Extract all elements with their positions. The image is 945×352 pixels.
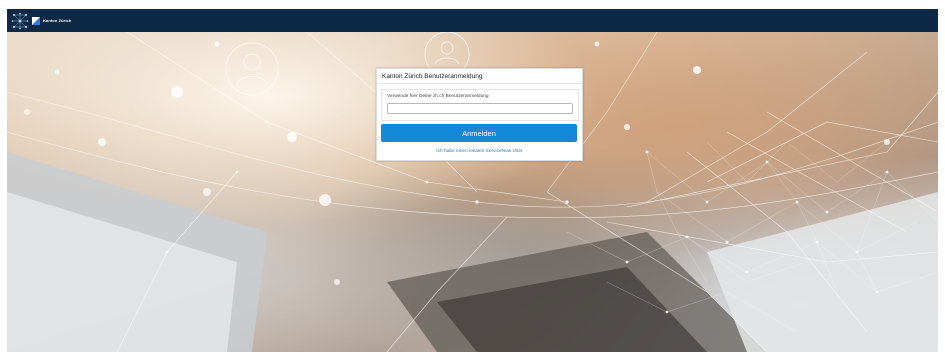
login-card-title: Kanton Zürich Benutzeranmeldung [382,73,483,80]
login-button[interactable]: Anmelden [381,124,577,142]
zurich-network-logo-icon [11,12,29,29]
login-card: Kanton Zürich Benutzeranmeldung Verwende… [376,68,583,161]
brand-logo[interactable]: Kanton Zürich [11,9,71,32]
sso-login-section: Verwende hier Deine zh.ch Benutzeranmeld… [381,89,579,121]
username-field-label: Verwende hier Deine zh.ch Benutzeranmeld… [387,94,489,99]
brand-name: Kanton Zürich [43,18,72,23]
top-navigation-bar: Kanton Zürich [7,9,938,32]
username-input[interactable] [387,103,573,114]
app-frame: Kanton Zürich Kanton Zürich Benutzeranme… [7,9,938,352]
local-servicenow-user-link[interactable]: Ich habe einen lokalen ServiceNow User [377,149,582,154]
card-divider [377,83,582,84]
zurich-flag-icon [32,16,40,25]
